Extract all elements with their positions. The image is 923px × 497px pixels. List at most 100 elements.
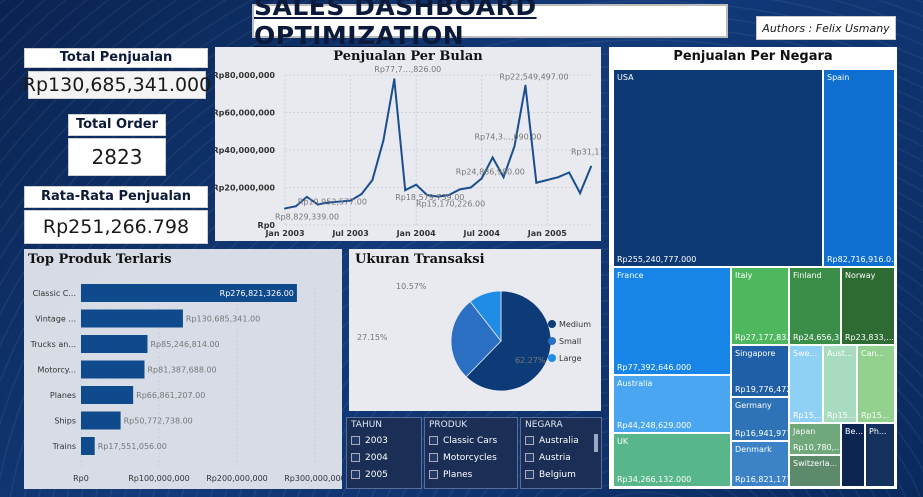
x-tick-label: Jan 2003 bbox=[264, 229, 304, 238]
data-label: Rp81,387,688.00 bbox=[147, 366, 216, 375]
data-point bbox=[513, 145, 516, 148]
checkbox-icon[interactable] bbox=[525, 453, 534, 462]
treemap-tile-value: Rp27,177,83... bbox=[735, 333, 789, 342]
treemap-tile-name: Japan bbox=[793, 427, 816, 436]
treemap-tile-name: Germany bbox=[735, 401, 772, 410]
series-line bbox=[284, 79, 592, 210]
slicer-tahun-item[interactable]: 2005 bbox=[347, 466, 421, 483]
data-label: Rp22,549,497.00 bbox=[499, 73, 568, 82]
y-tick-label: Rp60,000,000 bbox=[215, 109, 275, 118]
treemap-tile-name: Spain bbox=[827, 73, 850, 82]
treemap-tile-name: UK bbox=[617, 437, 629, 446]
data-point bbox=[590, 165, 592, 168]
legend-label: Large bbox=[559, 354, 582, 363]
slicer-tahun-item[interactable]: 2003 bbox=[347, 432, 421, 449]
treemap-tile-value: Rp19,776,472... bbox=[735, 385, 788, 394]
x-tick-label: Rp0 bbox=[73, 474, 89, 483]
country-treemap-panel: Penjualan Per Negara USA Rp255,240,777.00… bbox=[609, 47, 897, 489]
treemap-tile[interactable]: Switzerla... bbox=[789, 455, 841, 487]
slicer-produk-item[interactable]: Classic Cars bbox=[425, 432, 517, 449]
checkbox-icon[interactable] bbox=[525, 470, 534, 479]
checkbox-icon[interactable] bbox=[351, 470, 360, 479]
treemap-tile-name: Be... bbox=[845, 427, 864, 436]
dashboard-title: SALES DASHBOARD OPTIMIZATION bbox=[252, 0, 728, 50]
y-tick-label: Rp80,000,000 bbox=[215, 71, 275, 80]
slicer-produk-item[interactable]: Planes bbox=[425, 466, 517, 483]
top-products-chart[interactable]: Rp0 Rp100,000,000 Rp200,000,000 Rp300,000,0… bbox=[24, 249, 342, 489]
data-point bbox=[535, 181, 538, 184]
country-treemap-title: Penjualan Per Negara bbox=[673, 49, 833, 64]
treemap-tile[interactable]: Finland Rp24,656,3... bbox=[789, 267, 841, 345]
x-tick-label: Rp200,000,000 bbox=[206, 474, 268, 483]
slicer-negara-header: NEGARA bbox=[525, 420, 563, 430]
checkbox-icon[interactable] bbox=[351, 453, 360, 462]
treemap-tile-name: Ph... bbox=[869, 427, 887, 436]
treemap-tile[interactable]: Swe... Rp15,... bbox=[789, 345, 823, 423]
top-products-panel: Top Produk Terlaris Rp0 Rp100,000,000 Rp20… bbox=[24, 249, 342, 489]
slicer-produk-item[interactable]: Motorcycles bbox=[425, 449, 517, 466]
monthly-sales-chart[interactable]: Rp80,000,000 Rp60,000,000 Rp40,000,000 Rp20… bbox=[215, 47, 601, 241]
data-point bbox=[480, 177, 483, 180]
treemap-tile-name: Denmark bbox=[735, 445, 772, 454]
treemap-tile[interactable]: Aust... Rp15... bbox=[823, 345, 857, 423]
data-point bbox=[502, 176, 505, 179]
data-point bbox=[524, 84, 527, 87]
data-point bbox=[371, 179, 374, 181]
treemap-tile[interactable]: Spain Rp82,716,916.0... bbox=[823, 69, 895, 267]
slicer-tahun-header: TAHUN bbox=[351, 420, 383, 430]
bar bbox=[81, 335, 148, 353]
slicer-negara-item[interactable]: Belgium bbox=[521, 466, 601, 483]
treemap-tile-name: Italy bbox=[735, 271, 753, 280]
treemap-tile[interactable]: Ph... bbox=[865, 423, 895, 487]
checkbox-icon[interactable] bbox=[429, 453, 438, 462]
treemap-tile[interactable]: Germany Rp16,941,977... bbox=[731, 397, 789, 441]
x-tick-label: Rp100,000,000 bbox=[128, 474, 190, 483]
bar bbox=[81, 309, 183, 328]
checkbox-icon[interactable] bbox=[429, 470, 438, 479]
treemap-tile[interactable]: USA Rp255,240,777.000 bbox=[613, 69, 823, 267]
country-treemap: USA Rp255,240,777.000 Spain Rp82,716,916.0.… bbox=[613, 69, 895, 487]
authors-label: Authors : Felix Usmany bbox=[756, 16, 896, 40]
treemap-tile-value: Rp82,716,916.0... bbox=[827, 255, 895, 264]
bar bbox=[81, 411, 121, 430]
x-tick-label: Jan 2004 bbox=[396, 229, 437, 238]
treemap-tile[interactable]: UK Rp34,266,132.000 bbox=[613, 433, 731, 487]
treemap-tile[interactable]: Singapore Rp19,776,472... bbox=[731, 345, 789, 397]
treemap-tile[interactable]: Can... Rp15... bbox=[857, 345, 895, 423]
x-tick-label: Jan 2005 bbox=[527, 229, 568, 238]
checkbox-icon[interactable] bbox=[525, 436, 534, 445]
checkbox-icon[interactable] bbox=[351, 436, 360, 445]
treemap-tile[interactable]: Denmark Rp16,821,177... bbox=[731, 441, 789, 487]
treemap-tile-value: Rp44,248,629.000 bbox=[617, 421, 692, 430]
y-tick-label: Rp20,000,000 bbox=[215, 184, 275, 193]
data-point bbox=[393, 78, 396, 81]
treemap-tile[interactable]: Australia Rp44,248,629.000 bbox=[613, 375, 731, 433]
bar bbox=[81, 360, 145, 379]
data-label: Rp74,3…,090.00 bbox=[475, 132, 542, 141]
treemap-tile-value: Rp15... bbox=[861, 411, 890, 420]
treemap-tile[interactable]: Be... bbox=[841, 423, 865, 487]
treemap-tile[interactable]: France Rp77,392,646.000 bbox=[613, 267, 731, 375]
checkbox-icon[interactable] bbox=[429, 436, 438, 445]
transaction-size-chart[interactable]: 62.27% 27.15% 10.57% Medium Small Large bbox=[349, 249, 601, 411]
slicer-produk-header: PRODUK bbox=[429, 420, 468, 430]
treemap-tile-value: Rp24,656,3... bbox=[793, 333, 840, 342]
slicer-tahun-item[interactable]: 2004 bbox=[347, 449, 421, 466]
treemap-tile[interactable]: Japan Rp10,780,... bbox=[789, 423, 841, 455]
treemap-tile-name: Norway bbox=[845, 271, 876, 280]
treemap-tile[interactable]: Norway Rp23,833,... bbox=[841, 267, 895, 345]
treemap-tile-value: Rp77,392,646.000 bbox=[617, 363, 692, 372]
treemap-tile-name: Switzerla... bbox=[793, 459, 838, 468]
slicer-scrollbar[interactable] bbox=[594, 434, 598, 452]
slicer-negara-item[interactable]: Austria bbox=[521, 449, 601, 466]
treemap-tile-name: USA bbox=[617, 73, 634, 82]
bar bbox=[81, 386, 134, 404]
treemap-tile-value: Rp15... bbox=[827, 411, 856, 420]
slicer-tahun: TAHUN 2003 2004 2005 bbox=[346, 417, 422, 489]
total-order-value: 2823 bbox=[68, 138, 166, 176]
treemap-tile[interactable]: Italy Rp27,177,83... bbox=[731, 267, 789, 345]
treemap-tile-value: Rp34,266,132.000 bbox=[617, 475, 692, 484]
data-label: Rp77,7…,826.00 bbox=[374, 65, 441, 74]
slicer-negara-item[interactable]: Australia bbox=[521, 432, 601, 449]
data-point bbox=[404, 189, 407, 192]
